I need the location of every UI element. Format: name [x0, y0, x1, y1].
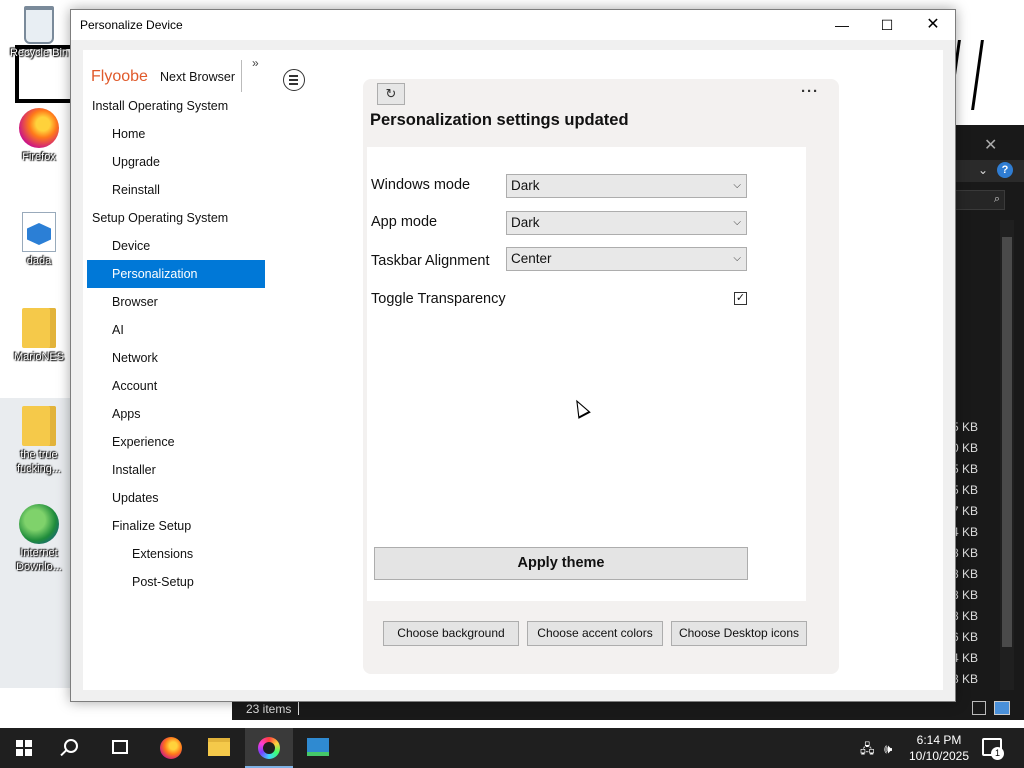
close-button[interactable]: ✕: [910, 10, 956, 40]
desktop-icon-folder[interactable]: the true fucking...: [4, 406, 74, 476]
app-mode-label: App mode: [371, 214, 438, 230]
chevron-down-icon: ⌵: [733, 217, 741, 228]
help-icon[interactable]: ?: [997, 162, 1013, 178]
window-title: Personalize Device: [80, 18, 183, 32]
personalization-panel: ↻ ··· Personalization settings updated W…: [363, 79, 839, 674]
sidebar-item-finalize-setup[interactable]: Finalize Setup: [87, 512, 265, 540]
search-icon[interactable]: [64, 739, 78, 753]
taskbar-active-app[interactable]: [245, 728, 293, 768]
item-count: 23 items: [246, 702, 292, 716]
chevron-down-icon: ⌵: [733, 253, 741, 264]
title-bar[interactable]: Personalize Device — ☐ ✕: [71, 10, 955, 40]
sidebar-item-apps[interactable]: Apps: [87, 400, 265, 428]
choose-background-button[interactable]: Choose background: [383, 621, 519, 646]
refresh-button[interactable]: ↻: [377, 83, 405, 105]
sidebar-item-account[interactable]: Account: [87, 372, 265, 400]
taskbar-alignment-value: Center: [511, 251, 552, 266]
taskbar-alignment-dropdown[interactable]: Center ⌵: [506, 247, 747, 271]
desktop-icon-label: dada: [26, 255, 52, 267]
desktop-icon-mariones[interactable]: MarioNES: [4, 308, 74, 364]
status-divider: [298, 701, 299, 715]
settings-card: Windows mode Dark ⌵ App mode Dark ⌵ Task…: [367, 147, 806, 601]
desktop-icon-label: MarioNES: [13, 351, 65, 363]
panel-title: Personalization settings updated: [370, 111, 629, 129]
desktop-icon-recycle-bin[interactable]: Recycle Bin: [4, 6, 74, 60]
volume-icon[interactable]: 🕪: [884, 741, 892, 756]
notification-count-badge: 1: [991, 747, 1004, 760]
taskbar-alignment-label: Taskbar Alignment: [371, 253, 490, 269]
firefox-icon[interactable]: [160, 737, 182, 759]
windows-mode-value: Dark: [511, 178, 540, 193]
system-tray: 🖧 🕪: [860, 740, 892, 762]
minimize-button[interactable]: —: [819, 10, 865, 40]
taskbar: 🖧 🕪 6:14 PM 10/10/2025 1: [0, 728, 1024, 768]
task-view-icon[interactable]: [112, 740, 128, 754]
clock[interactable]: 6:14 PM 10/10/2025: [906, 732, 972, 764]
desktop-icon-internet-download-manager[interactable]: Internet Downlo...: [4, 504, 74, 574]
apply-theme-button[interactable]: Apply theme: [374, 547, 748, 580]
sidebar-item-device[interactable]: Device: [87, 232, 265, 260]
close-icon[interactable]: ✕: [984, 135, 997, 155]
choose-desktop-icons-button[interactable]: Choose Desktop icons: [671, 621, 807, 646]
toggle-transparency-label: Toggle Transparency: [371, 291, 506, 307]
desktop-icon-label: Recycle Bin: [9, 47, 69, 59]
chevron-down-icon: ⌵: [733, 180, 741, 191]
expand-icon[interactable]: »: [252, 56, 259, 70]
folder-icon: [22, 308, 56, 348]
sidebar-item-experience[interactable]: Experience: [87, 428, 265, 456]
sidebar-item-reinstall[interactable]: Reinstall: [87, 176, 265, 204]
large-icons-view-icon[interactable]: [994, 701, 1010, 715]
sidebar-item-updates[interactable]: Updates: [87, 484, 265, 512]
brand-logo[interactable]: Flyoobe: [91, 68, 148, 86]
desktop-icon-label: Firefox: [22, 151, 56, 163]
explorer-ribbon: [955, 160, 1024, 182]
details-view-icon[interactable]: [972, 701, 986, 715]
toggle-transparency-checkbox[interactable]: ✓: [734, 292, 747, 305]
file-icon: [22, 212, 56, 252]
firefox-icon: [19, 108, 59, 148]
app-mode-value: Dark: [511, 215, 540, 230]
divider: [241, 60, 242, 92]
sidebar-item-setup-operating-system[interactable]: Setup Operating System: [87, 204, 265, 232]
explorer-search-box[interactable]: ⌕: [955, 190, 1005, 210]
menu-icon[interactable]: [283, 69, 305, 91]
sidebar-item-network[interactable]: Network: [87, 344, 265, 372]
sidebar-item-post-setup[interactable]: Post-Setup: [87, 568, 265, 596]
recycle-bin-icon: [24, 6, 54, 44]
sidebar-item-upgrade[interactable]: Upgrade: [87, 148, 265, 176]
desktop-icon-dada[interactable]: dada: [4, 212, 74, 268]
clock-date: 10/10/2025: [908, 749, 970, 763]
windows-start-icon[interactable]: [16, 740, 32, 756]
sidebar-item-ai[interactable]: AI: [87, 316, 265, 344]
app-icon[interactable]: [307, 738, 329, 756]
chevron-down-icon[interactable]: ⌄: [978, 163, 988, 177]
choose-accent-colors-button[interactable]: Choose accent colors: [527, 621, 663, 646]
sidebar-item-installer[interactable]: Installer: [87, 456, 265, 484]
file-explorer-icon[interactable]: [208, 738, 230, 756]
explorer-scrollbar-thumb[interactable]: [1002, 237, 1012, 647]
clock-time: 6:14 PM: [916, 733, 962, 747]
search-icon: ⌕: [993, 193, 1000, 205]
flyoobe-app-icon: [258, 737, 280, 759]
maximize-button[interactable]: ☐: [864, 10, 910, 40]
app-mode-dropdown[interactable]: Dark ⌵: [506, 211, 747, 235]
network-icon[interactable]: 🖧: [860, 741, 875, 756]
desktop-icon-firefox[interactable]: Firefox: [4, 108, 74, 164]
more-options-button[interactable]: ···: [801, 83, 819, 100]
sidebar-item-personalization[interactable]: Personalization: [87, 260, 265, 288]
desktop-icon-label: Internet Downlo...: [16, 547, 62, 573]
personalize-device-window: Personalize Device — ☐ ✕ Flyoobe Next Br…: [70, 9, 956, 702]
sidebar-item-install-operating-system[interactable]: Install Operating System: [87, 92, 265, 120]
sidebar-item-home[interactable]: Home: [87, 120, 265, 148]
next-browser-link[interactable]: Next Browser: [160, 70, 235, 84]
internet-download-manager-icon: [19, 504, 59, 544]
windows-mode-label: Windows mode: [371, 177, 471, 193]
folder-icon: [22, 406, 56, 446]
desktop-icon-label: the true fucking...: [16, 449, 62, 475]
windows-mode-dropdown[interactable]: Dark ⌵: [506, 174, 747, 198]
window-client-area: Flyoobe Next Browser » Install Operating…: [83, 50, 943, 690]
sidebar-item-browser[interactable]: Browser: [87, 288, 265, 316]
sidebar: Flyoobe Next Browser » Install Operating…: [83, 50, 265, 690]
sidebar-item-extensions[interactable]: Extensions: [87, 540, 265, 568]
